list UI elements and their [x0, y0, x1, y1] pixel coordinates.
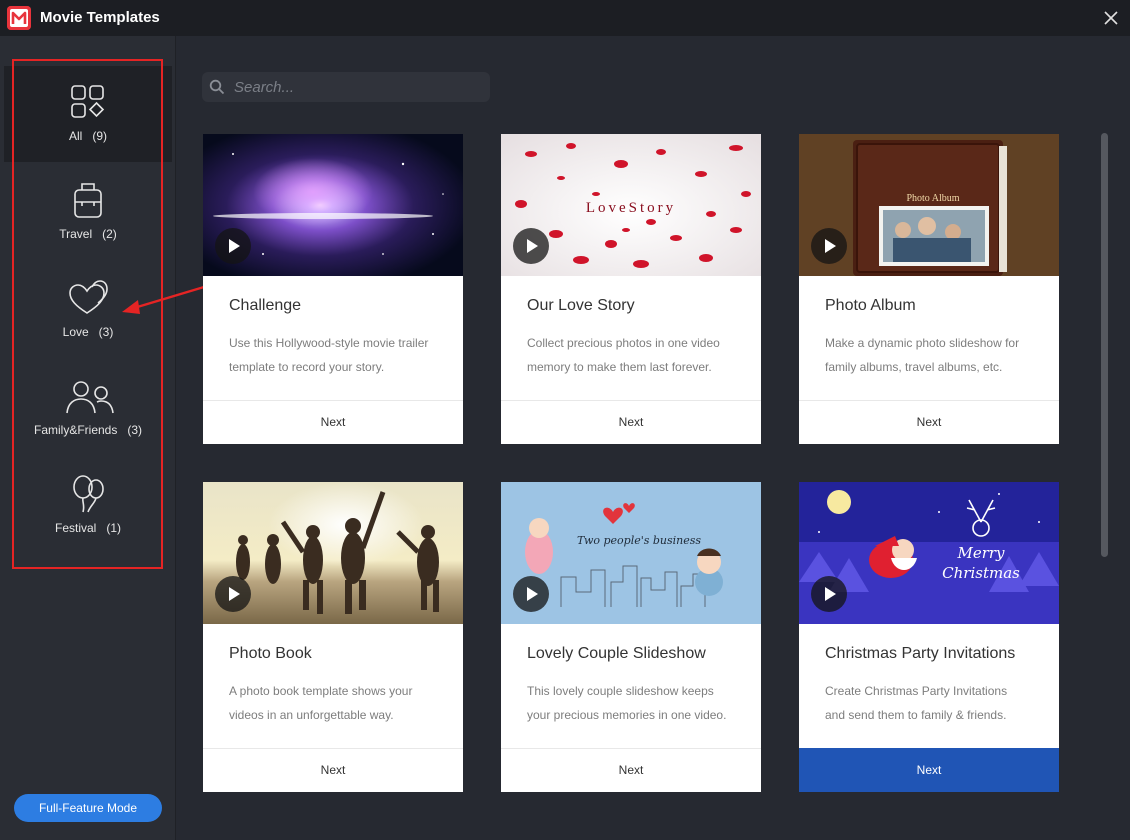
title-bar: Movie Templates	[0, 0, 1130, 36]
category-sidebar: All (9) Travel (2) Love (3) Family&Frien…	[0, 36, 176, 840]
template-card-lovely-couple-slideshow[interactable]: Two people's business Lovely Couple Slid…	[501, 482, 761, 792]
search-icon	[209, 79, 225, 95]
template-title: Photo Book	[229, 645, 312, 662]
sidebar-item-label: Festival (1)	[54, 521, 121, 535]
template-title: Lovely Couple Slideshow	[527, 645, 706, 662]
sidebar-item-label: Love (3)	[62, 325, 114, 339]
thumb-text: Photo Album	[906, 193, 959, 204]
play-button[interactable]	[215, 228, 251, 264]
thumb-text: Merry	[956, 544, 1005, 562]
sidebar-item-family-friends[interactable]: Family&Friends (3)	[4, 360, 172, 456]
scrollbar[interactable]	[1101, 133, 1108, 557]
sidebar-item-festival[interactable]: Festival (1)	[4, 458, 172, 554]
next-button[interactable]: Next	[501, 400, 761, 444]
template-description: Collect precious photos in one video mem…	[527, 336, 720, 374]
balloons-icon	[68, 474, 108, 514]
template-card-photo-book[interactable]: Photo Book A photo book template shows y…	[203, 482, 463, 792]
close-icon[interactable]	[1100, 7, 1122, 29]
next-button[interactable]: Next	[799, 748, 1059, 792]
full-feature-mode-button[interactable]: Full-Feature Mode	[14, 794, 162, 822]
grid-icon	[68, 82, 108, 122]
template-description: Create Christmas Party Invitations and s…	[825, 684, 1008, 722]
play-button[interactable]	[811, 576, 847, 612]
next-button[interactable]: Next	[501, 748, 761, 792]
template-title: Our Love Story	[527, 297, 635, 314]
next-button[interactable]: Next	[799, 400, 1059, 444]
play-button[interactable]	[513, 228, 549, 264]
template-card-photo-album[interactable]: Photo Album Photo Album Make a dynamic p…	[799, 134, 1059, 444]
thumb-text: LoveStory	[586, 200, 676, 216]
hearts-icon	[68, 278, 108, 318]
luggage-icon	[68, 180, 108, 220]
play-button[interactable]	[513, 576, 549, 612]
play-button[interactable]	[811, 228, 847, 264]
sidebar-item-label: All (9)	[68, 129, 107, 143]
people-icon	[64, 376, 116, 416]
window-title: Movie Templates	[40, 9, 160, 26]
template-description: A photo book template shows your videos …	[229, 684, 413, 722]
sidebar-item-label: Travel (2)	[59, 227, 117, 241]
template-title: Challenge	[229, 297, 302, 314]
app-logo-icon	[7, 6, 31, 30]
next-button[interactable]: Next	[203, 748, 463, 792]
next-button[interactable]: Next	[203, 400, 463, 444]
template-description: Make a dynamic photo slideshow for famil…	[825, 336, 1020, 374]
sidebar-item-travel[interactable]: Travel (2)	[4, 164, 172, 260]
sidebar-item-label: Family&Friends (3)	[33, 423, 143, 437]
thumb-text: Two people's business	[577, 534, 701, 547]
template-card-our-love-story[interactable]: LoveStory Our Love Story Collect preciou…	[501, 134, 761, 444]
thumb-text: Christmas	[942, 564, 1020, 582]
template-description: Use this Hollywood-style movie trailer t…	[229, 336, 429, 374]
play-button[interactable]	[215, 576, 251, 612]
template-title: Christmas Party Invitations	[825, 645, 1016, 662]
template-card-christmas-party-invitations[interactable]: Merry Christmas Christmas Party Invitati…	[799, 482, 1059, 792]
template-title: Photo Album	[825, 297, 916, 314]
sidebar-item-all[interactable]: All (9)	[4, 66, 172, 162]
template-card-challenge[interactable]: Challenge Use this Hollywood-style movie…	[203, 134, 463, 444]
search-box[interactable]	[202, 72, 490, 102]
search-input[interactable]	[234, 76, 484, 98]
template-description: This lovely couple slideshow keeps your …	[527, 684, 727, 722]
